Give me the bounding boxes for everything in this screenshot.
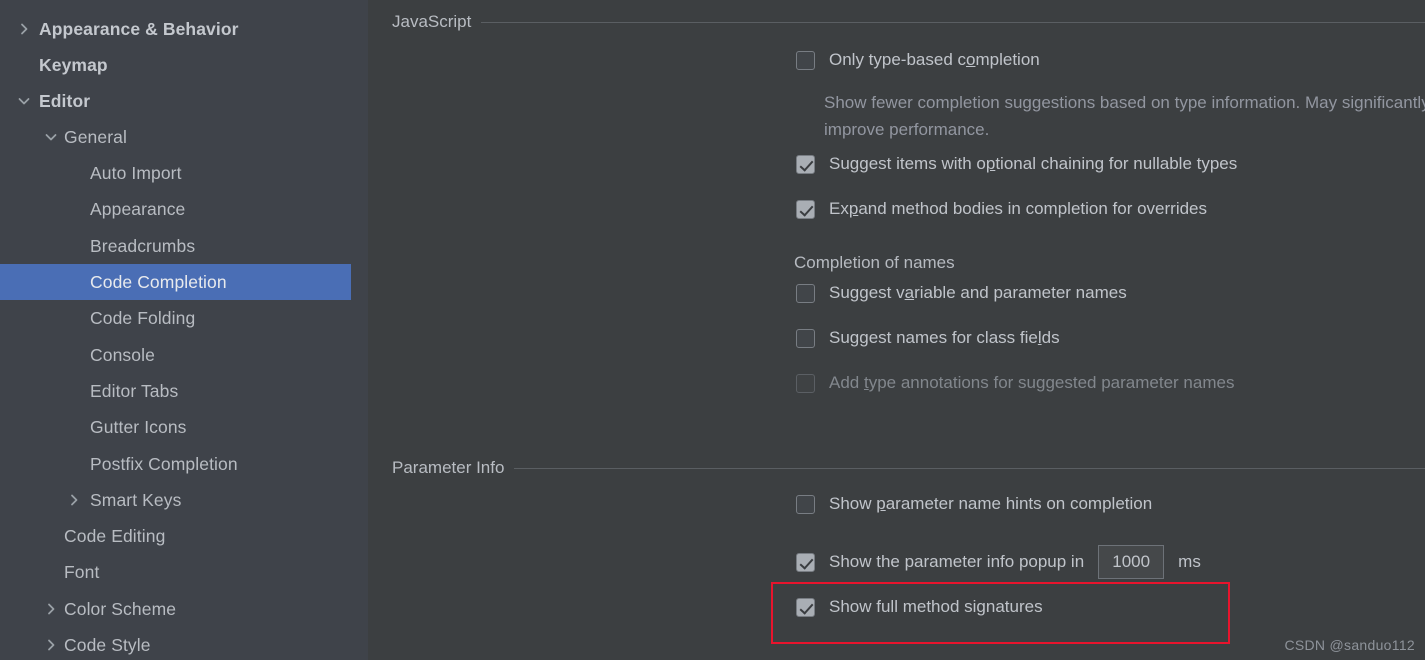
- parameter-info-group-header: Parameter Info: [392, 458, 1425, 478]
- sidebar-item-code-editing[interactable]: Code Editing: [0, 518, 368, 554]
- sidebar-item-label: Code Style: [64, 634, 151, 655]
- chevron-down-icon[interactable]: [43, 129, 59, 145]
- settings-sidebar: Appearance & Behavior Keymap Editor General…: [0, 0, 368, 660]
- sidebar-item-code-folding[interactable]: Code Folding: [0, 300, 368, 336]
- sidebar-item-postfix-completion[interactable]: Postfix Completion: [0, 446, 368, 482]
- suggest-names-for-class-fields-label: Suggest names for class fields: [829, 328, 1060, 347]
- sidebar-item-breadcrumbs[interactable]: Breadcrumbs: [0, 228, 368, 264]
- settings-dialog: Appearance & Behavior Keymap Editor General…: [0, 0, 1425, 660]
- suggest-items-with-optional-chaining-for-nullable-types-row[interactable]: Suggest items with optional chaining for…: [796, 154, 1237, 174]
- sidebar-item-label: Code Editing: [64, 525, 166, 546]
- sidebar-scrollbar-track[interactable]: [351, 0, 368, 660]
- sidebar-item-appearance-behavior[interactable]: Appearance & Behavior: [0, 11, 368, 47]
- suggest-variable-and-parameter-names-checkbox[interactable]: [796, 283, 815, 303]
- suggest-variable-and-parameter-names-label: Suggest variable and parameter names: [829, 283, 1127, 302]
- sidebar-item-label: Editor: [39, 90, 91, 111]
- sidebar-item-label: Console: [90, 344, 155, 365]
- add-type-annotations-for-suggested-parameter-names-row: Add type annotations for suggested param…: [796, 373, 1234, 393]
- sidebar-item-editor-tabs[interactable]: Editor Tabs: [0, 373, 368, 409]
- parameter-info-group-title: Parameter Info: [392, 458, 505, 477]
- sidebar-item-label: Gutter Icons: [90, 416, 187, 437]
- suggest-items-with-optional-chaining-for-nullable-types-label: Suggest items with optional chaining for…: [829, 154, 1238, 173]
- only-type-based-completion-row[interactable]: Only type-based completion: [796, 50, 1040, 70]
- sidebar-item-font[interactable]: Font: [0, 554, 368, 590]
- sidebar-item-label: Code Completion: [90, 271, 227, 292]
- show-parameter-name-hints-on-completion-row[interactable]: Show parameter name hints on completion: [796, 494, 1152, 514]
- add-type-annotations-for-suggested-parameter-names-checkbox: [796, 373, 815, 393]
- sidebar-item-label: Appearance & Behavior: [39, 18, 239, 39]
- chevron-down-icon[interactable]: [16, 93, 32, 109]
- sidebar-item-label: Color Scheme: [64, 598, 177, 619]
- chevron-right-icon[interactable]: [16, 21, 32, 37]
- sidebar-item-label: Postfix Completion: [90, 453, 238, 474]
- javascript-group-divider: [481, 21, 1425, 23]
- suggest-items-with-optional-chaining-for-nullable-types-checkbox[interactable]: [796, 154, 815, 174]
- chevron-right-icon[interactable]: [43, 637, 59, 653]
- show-parameter-info-popup-label: Show the parameter info popup in: [829, 552, 1085, 571]
- show-full-method-signatures-label: Show full method signatures: [829, 597, 1043, 616]
- add-type-annotations-for-suggested-parameter-names-label: Add type annotations for suggested param…: [829, 373, 1235, 392]
- javascript-group-title: JavaScript: [392, 12, 472, 31]
- show-full-method-signatures-row[interactable]: Show full method signatures: [796, 597, 1043, 617]
- suggest-names-for-class-fields-row[interactable]: Suggest names for class fields: [796, 328, 1060, 348]
- show-parameter-name-hints-on-completion-label: Show parameter name hints on completion: [829, 494, 1153, 513]
- sidebar-item-label: Keymap: [39, 54, 108, 75]
- sidebar-item-editor[interactable]: Editor: [0, 83, 368, 119]
- show-full-method-signatures-checkbox[interactable]: [796, 597, 815, 617]
- sidebar-item-appearance[interactable]: Appearance: [0, 191, 368, 227]
- chevron-right-icon[interactable]: [66, 492, 82, 508]
- sidebar-item-label: Appearance: [90, 198, 186, 219]
- show-parameter-name-hints-on-completion-checkbox[interactable]: [796, 494, 815, 514]
- sidebar-item-color-scheme[interactable]: Color Scheme: [0, 591, 368, 627]
- only-type-based-completion-label: Only type-based completion: [829, 50, 1040, 69]
- settings-main-panel: JavaScript Only type-based completion Sug…: [368, 0, 1425, 660]
- javascript-group-header: JavaScript: [392, 12, 1425, 32]
- sidebar-item-label: Code Folding: [90, 307, 196, 328]
- show-parameter-info-popup-checkbox[interactable]: [796, 552, 815, 572]
- sidebar-item-label: Editor Tabs: [90, 380, 179, 401]
- sidebar-item-code-completion[interactable]: Code Completion: [0, 264, 368, 300]
- sidebar-item-smart-keys[interactable]: Smart Keys: [0, 482, 368, 518]
- sidebar-item-code-style[interactable]: Code Style: [0, 627, 368, 660]
- popup-delay-input[interactable]: 1000: [1098, 545, 1165, 579]
- sidebar-item-label: Breadcrumbs: [90, 235, 196, 256]
- chevron-right-icon[interactable]: [43, 601, 59, 617]
- popup-delay-unit-label: ms: [1178, 552, 1201, 571]
- csdn-watermark: CSDN @sanduo112: [1284, 637, 1415, 653]
- sidebar-item-gutter-icons[interactable]: Gutter Icons: [0, 409, 368, 445]
- sidebar-item-label: Font: [64, 561, 100, 582]
- sidebar-item-keymap[interactable]: Keymap: [0, 47, 368, 83]
- completion-of-names-subheader: Completion of names: [794, 253, 955, 272]
- expand-method-bodies-in-completion-for-overrides-row[interactable]: Expand method bodies in completion for o…: [796, 199, 1207, 219]
- sidebar-item-console[interactable]: Console: [0, 337, 368, 373]
- sidebar-item-general[interactable]: General: [0, 119, 368, 155]
- sidebar-item-auto-import[interactable]: Auto Import: [0, 155, 368, 191]
- expand-method-bodies-in-completion-for-overrides-checkbox[interactable]: [796, 199, 815, 219]
- only-type-based-completion-checkbox[interactable]: [796, 50, 815, 70]
- show-parameter-info-popup-row[interactable]: Show the parameter info popup in 1000 ms: [796, 545, 1201, 579]
- sidebar-item-label: Auto Import: [90, 162, 182, 183]
- sidebar-item-label: General: [64, 126, 127, 147]
- suggest-variable-and-parameter-names-row[interactable]: Suggest variable and parameter names: [796, 283, 1127, 303]
- only-type-based-completion-description: Show fewer completion suggestions based …: [824, 93, 1425, 139]
- expand-method-bodies-in-completion-for-overrides-label: Expand method bodies in completion for o…: [829, 199, 1208, 218]
- parameter-info-group-divider: [514, 467, 1425, 469]
- suggest-names-for-class-fields-checkbox[interactable]: [796, 328, 815, 348]
- sidebar-item-label: Smart Keys: [90, 489, 182, 510]
